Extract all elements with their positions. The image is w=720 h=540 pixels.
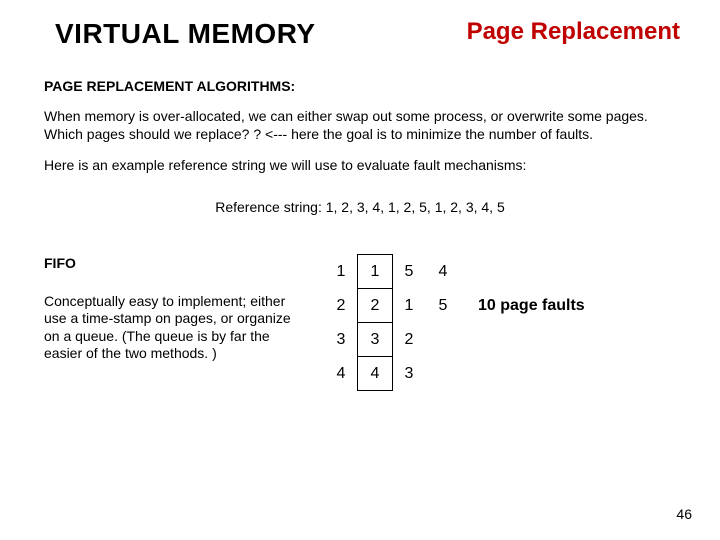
grid-cell: 3 <box>357 322 393 358</box>
section-subhead: PAGE REPLACEMENT ALGORITHMS: <box>44 78 720 94</box>
title-left: VIRTUAL MEMORY <box>55 18 316 50</box>
grid-cell: 3 <box>392 357 426 391</box>
fifo-description: Conceptually easy to implement; either u… <box>44 293 294 363</box>
grid-cell: 4 <box>324 357 358 391</box>
reference-string: Reference string: 1, 2, 3, 4, 1, 2, 5, 1… <box>0 199 720 215</box>
page-number: 46 <box>676 506 692 522</box>
grid-cell: 2 <box>357 288 393 324</box>
fifo-label: FIFO <box>44 255 294 271</box>
right-column: 11542215332443 10 page faults <box>324 255 680 391</box>
lower-section: FIFO Conceptually easy to implement; eit… <box>0 255 720 391</box>
fifo-grid: 11542215332443 <box>324 255 460 391</box>
title-right: Page Replacement <box>467 18 680 46</box>
grid-cell: 4 <box>426 255 460 289</box>
grid-cell: 2 <box>324 289 358 323</box>
grid-cell: 3 <box>324 323 358 357</box>
paragraph-1: When memory is over-allocated, we can ei… <box>44 108 680 143</box>
slide-header: VIRTUAL MEMORY Page Replacement <box>0 0 720 50</box>
grid-cell <box>426 357 460 391</box>
grid-cell: 2 <box>392 323 426 357</box>
grid-cell: 1 <box>392 289 426 323</box>
grid-cell: 1 <box>357 254 393 290</box>
grid-cell <box>426 323 460 357</box>
grid-cell: 1 <box>324 255 358 289</box>
left-column: FIFO Conceptually easy to implement; eit… <box>44 255 324 391</box>
grid-cell: 4 <box>357 356 393 392</box>
grid-cell: 5 <box>392 255 426 289</box>
paragraph-2: Here is an example reference string we w… <box>44 157 680 175</box>
page-faults-label: 10 page faults <box>478 297 585 315</box>
grid-cell: 5 <box>426 289 460 323</box>
